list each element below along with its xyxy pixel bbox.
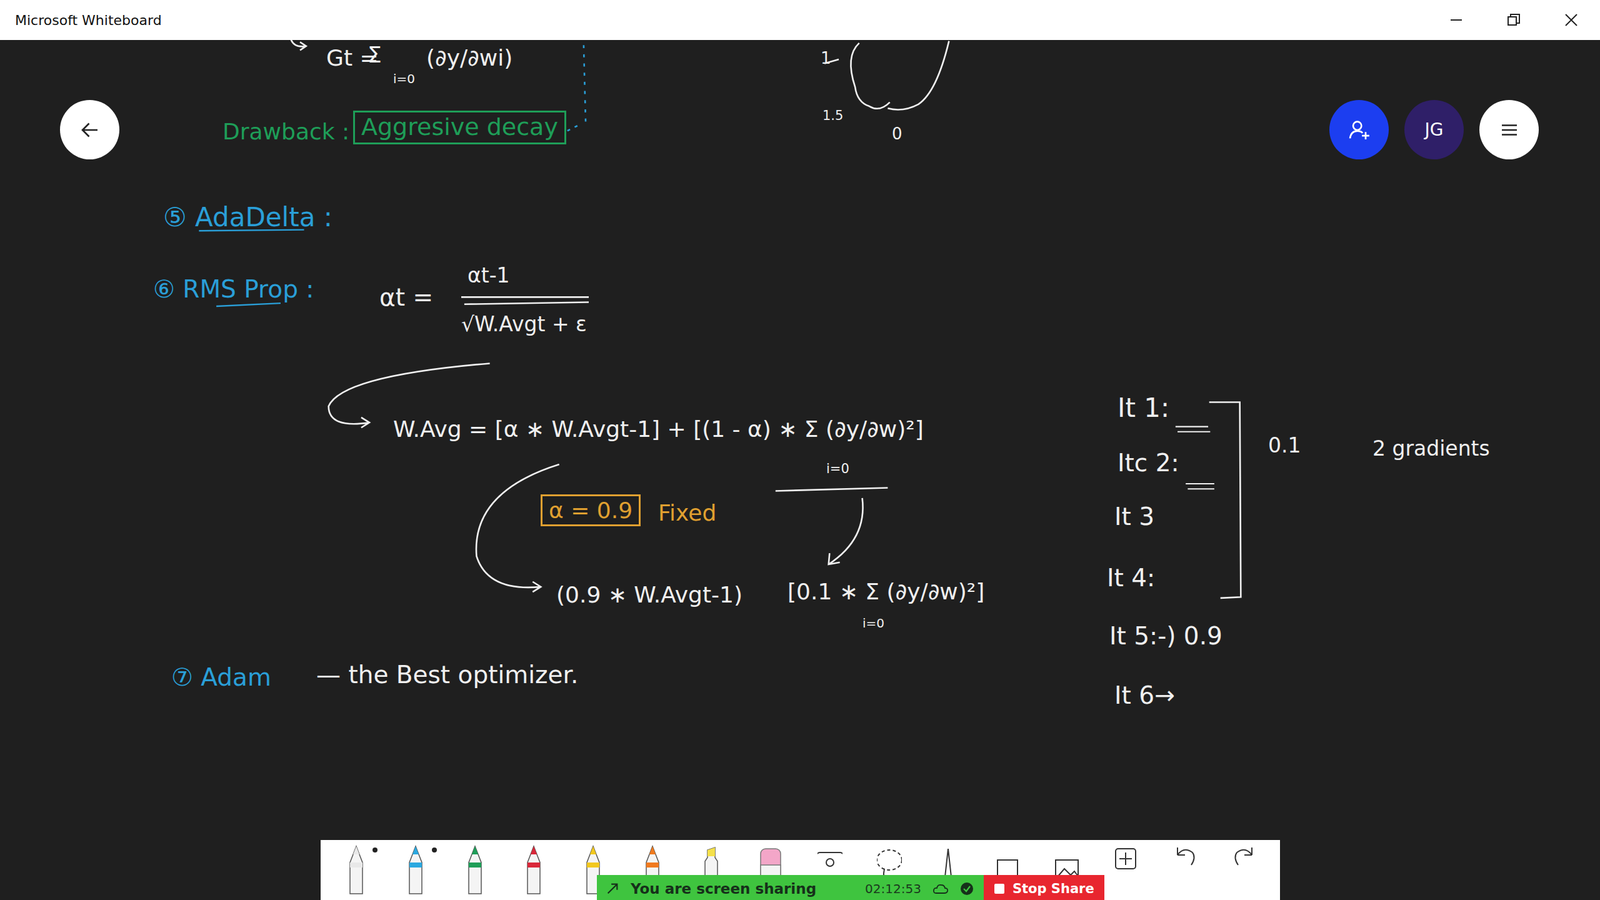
- ink-text[interactable]: α = 0.9: [540, 494, 641, 527]
- ink-text[interactable]: αt =: [379, 283, 434, 312]
- ink-text[interactable]: i=0: [393, 71, 415, 87]
- ink-text[interactable]: It 5:-) 0.9: [1109, 622, 1223, 651]
- ink-text[interactable]: ⑦ Adam: [171, 663, 272, 692]
- minimize-button[interactable]: [1427, 0, 1485, 40]
- ink-text[interactable]: ⑥ RMS Prop :: [153, 275, 314, 304]
- stop-icon: [993, 883, 1005, 895]
- pen-icon: [521, 843, 547, 897]
- back-arrow-icon: [78, 118, 102, 142]
- ink-text[interactable]: ⑤ AdaDelta :: [163, 202, 333, 233]
- screen-share-banner: You are screen sharing 02:12:53 Stop Share: [596, 875, 1105, 900]
- pen-icon: [343, 843, 369, 897]
- ink-text[interactable]: Aggresive decay: [353, 110, 567, 145]
- add-icon: [1113, 843, 1139, 897]
- ink-text[interactable]: αt-1: [467, 263, 510, 288]
- minimize-icon: [1449, 13, 1464, 27]
- ink-strokes: [0, 40, 1600, 900]
- secure-check-icon: [960, 881, 974, 896]
- cloud-icon: [932, 881, 949, 896]
- ink-text[interactable]: It 4:: [1106, 564, 1155, 593]
- pen-tool[interactable]: [450, 843, 500, 900]
- ink-text[interactable]: Drawback :: [222, 118, 350, 145]
- account-avatar[interactable]: JG: [1404, 100, 1464, 160]
- ink-text[interactable]: Itc 2:: [1117, 449, 1180, 478]
- avatar-initials: JG: [1425, 119, 1444, 140]
- ink-text[interactable]: It 3: [1114, 503, 1155, 532]
- ink-text[interactable]: W.Avg = [α ∗ W.Avgt-1] + [(1 - α) ∗ Σ (∂…: [393, 416, 924, 442]
- pen-tool[interactable]: [508, 843, 559, 900]
- ink-text[interactable]: It 6→: [1114, 681, 1175, 710]
- ink-text[interactable]: 1.5: [822, 108, 844, 124]
- undo-tool[interactable]: [1160, 843, 1210, 900]
- ink-text[interactable]: Σ: [367, 41, 382, 68]
- stop-share-label: Stop Share: [1012, 881, 1095, 897]
- invite-button[interactable]: [1329, 100, 1389, 160]
- restore-button[interactable]: [1485, 0, 1543, 40]
- ink-text[interactable]: 0: [891, 125, 903, 144]
- share-arrow-icon: [605, 881, 620, 896]
- share-status: You are screen sharing 02:12:53: [596, 875, 984, 900]
- redo-tool[interactable]: [1219, 843, 1270, 900]
- pen-tool[interactable]: [331, 843, 382, 900]
- share-timer: 02:12:53: [865, 881, 922, 897]
- share-message: You are screen sharing: [630, 880, 817, 897]
- options-dot: [431, 847, 437, 853]
- close-icon: [1564, 13, 1579, 27]
- ink-text[interactable]: — the Best optimizer.: [316, 661, 579, 690]
- ink-text[interactable]: Fixed: [658, 500, 717, 526]
- ink-text[interactable]: (0.9 ∗ W.Avgt-1): [556, 581, 743, 608]
- redo-icon: [1231, 843, 1257, 897]
- ink-text[interactable]: [0.1 ∗ Σ (∂y/∂w)²]: [787, 578, 985, 605]
- person-add-icon: [1346, 117, 1372, 143]
- ink-text[interactable]: i=0: [826, 461, 850, 477]
- menu-button[interactable]: [1479, 100, 1539, 160]
- title-bar: Microsoft Whiteboard: [0, 0, 1600, 40]
- stop-share-button[interactable]: Stop Share: [983, 875, 1105, 900]
- ink-text[interactable]: It 1:: [1117, 393, 1170, 424]
- window-title: Microsoft Whiteboard: [15, 12, 162, 29]
- pen-icon: [462, 843, 488, 897]
- whiteboard-canvas[interactable]: Gt =Σi=0(∂y/∂wi)11.50Drawback :Aggresive…: [0, 40, 1600, 900]
- add-tool[interactable]: [1100, 843, 1151, 900]
- restore-icon: [1506, 13, 1521, 27]
- ink-text[interactable]: i=0: [862, 616, 885, 631]
- back-button[interactable]: [60, 100, 120, 160]
- window-controls: [1427, 0, 1600, 40]
- pen-icon: [403, 843, 429, 897]
- ink-text[interactable]: √W.Avgt + ε: [461, 312, 587, 337]
- undo-icon: [1172, 843, 1198, 897]
- ink-text[interactable]: 2 gradients: [1372, 436, 1490, 461]
- options-dot: [372, 847, 378, 853]
- ink-text[interactable]: 0.1: [1268, 433, 1301, 458]
- ink-text[interactable]: (∂y/∂wi): [426, 45, 513, 71]
- pen-tool[interactable]: [390, 843, 441, 900]
- ink-text[interactable]: 1: [820, 49, 832, 69]
- close-button[interactable]: [1542, 0, 1600, 40]
- hamburger-menu-icon: [1498, 118, 1521, 142]
